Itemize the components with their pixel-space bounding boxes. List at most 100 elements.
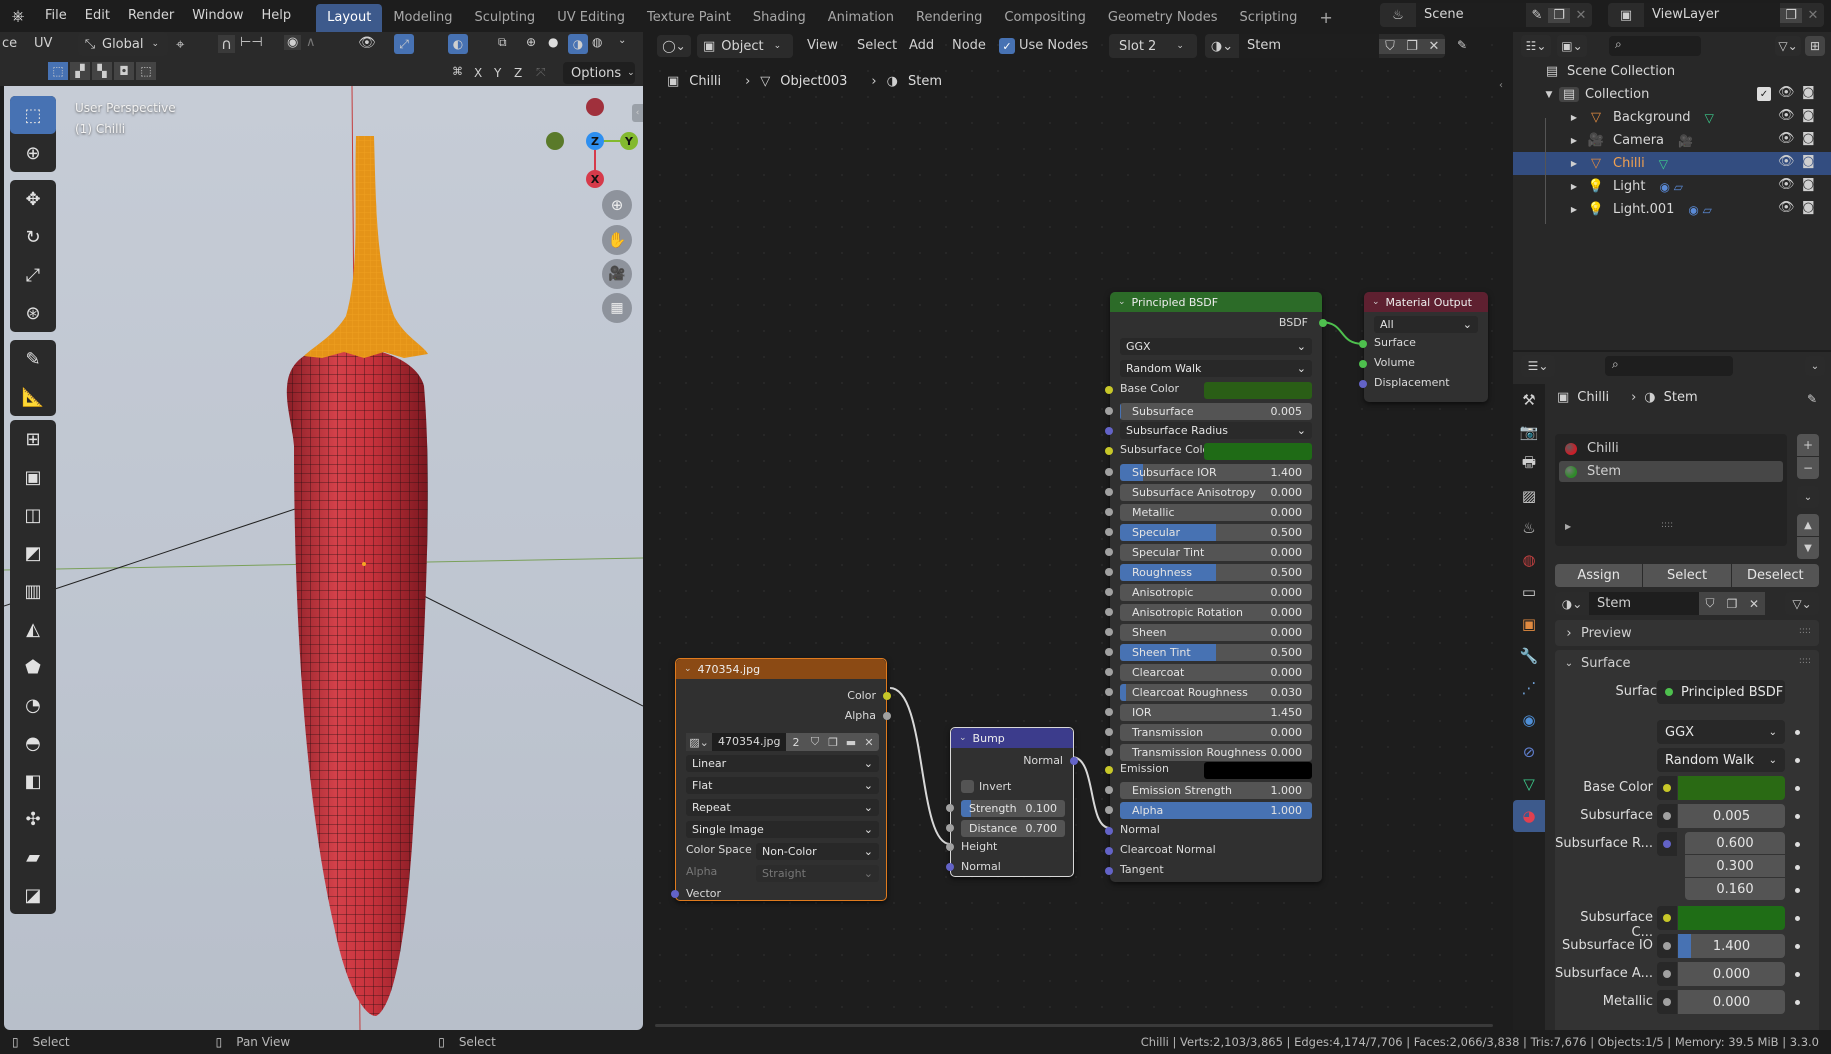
extension-dropdown[interactable]: Repeat ⌄ (686, 799, 879, 816)
keyframe-dot[interactable] (1795, 1000, 1800, 1005)
image-users-count[interactable]: 2 (786, 736, 806, 749)
shading-material-icon[interactable]: ◑ (568, 34, 588, 54)
input-normal-socket[interactable] (946, 863, 954, 871)
keyframe-dot[interactable] (1795, 842, 1800, 847)
color-swatch[interactable] (1678, 906, 1785, 930)
tab-physics[interactable]: ◉ (1513, 704, 1545, 736)
properties-search-input[interactable] (1605, 356, 1733, 376)
properties-editor[interactable]: ☰⌄ ⌕ ⌄ ⚒ 📷 🖶 ▨ ♨ ◍ ▭ ▣ 🔧 ⋰ ◉ ⊘ ▽ ◕ ▣ Chi… (1513, 352, 1831, 1030)
outliner-filter-view-icon[interactable]: ▣⌄ (1557, 35, 1587, 57)
tab-view-layer[interactable]: ▨ (1513, 480, 1545, 512)
tab-uv-editing[interactable]: UV Editing (546, 4, 636, 32)
tab-compositing[interactable]: Compositing (993, 4, 1097, 32)
surface-panel-header[interactable]: ⌄ Surface :::: (1555, 650, 1819, 676)
render-camera-icon[interactable]: ◙ (1802, 85, 1815, 100)
transform-tool[interactable]: ⊛ (10, 294, 56, 332)
outliner-item-light-001[interactable]: ▶ 💡 Light.001 ◉ ▱ 👁 ◙ (1513, 198, 1831, 221)
select-extend-icon[interactable]: ▞ (70, 62, 90, 80)
proportional-edit-icon[interactable]: ◉ (284, 35, 302, 50)
move-tool[interactable]: ✥ (10, 180, 56, 218)
outliner-search-input[interactable] (1609, 36, 1701, 56)
keyframe-dot[interactable] (1795, 888, 1800, 893)
cursor-tool[interactable]: ⊕ (10, 134, 56, 172)
outliner-item-label[interactable]: Chilli (1613, 156, 1645, 171)
image-texture-node[interactable]: ⌄ 470354.jpg Color Alpha ▨⌄ 470354.jpg 2… (671, 658, 891, 901)
bsdf-field-alpha[interactable]: Alpha 1.000 (1120, 802, 1312, 819)
socket-link-button[interactable] (1657, 776, 1677, 800)
scene-selector[interactable]: ♨ Scene ✎ ❐ ✕ (1380, 3, 1592, 27)
input-socket[interactable] (1105, 688, 1113, 696)
axis-z-button[interactable]: Z (514, 66, 522, 80)
visibility-selectability-icon[interactable]: 👁 (358, 35, 376, 51)
edge-slide-tool[interactable]: ◧ (10, 762, 56, 800)
interpolation-dropdown[interactable]: Linear ⌄ (686, 755, 879, 772)
axis-y-button[interactable]: Y (494, 66, 501, 80)
select-button[interactable]: Select (1643, 564, 1731, 587)
outliner-scene-collection[interactable]: ▤ Scene Collection (1513, 60, 1831, 83)
outliner-item-background[interactable]: ▶ ▽ Background ▽ 👁 ◙ (1513, 106, 1831, 129)
duplicate-material-icon[interactable]: ❐ (1721, 592, 1743, 615)
keyframe-dot[interactable] (1795, 814, 1800, 819)
expand-triangle-icon[interactable]: ▶ (1569, 182, 1579, 191)
input-distance-socket[interactable] (946, 824, 954, 832)
input-socket[interactable] (1105, 648, 1113, 656)
tab-material[interactable]: ◕ (1513, 800, 1545, 832)
panel-drag-grip[interactable]: :::: (1799, 656, 1811, 666)
material-output-node-header[interactable]: ⌄ Material Output (1364, 292, 1488, 312)
smooth-tool[interactable]: ◓ (10, 724, 56, 762)
visibility-eye-icon[interactable]: 👁 (1778, 131, 1795, 146)
bevel-tool[interactable]: ◩ (10, 534, 56, 572)
input-surface-socket[interactable] (1359, 340, 1367, 348)
sidebar-toggle-icon[interactable]: ‹ (632, 104, 643, 122)
bsdf-field-subsurface[interactable]: Subsurface 0.005 (1120, 403, 1312, 420)
scene-name[interactable]: Scene (1416, 3, 1526, 27)
distance-field[interactable]: Distance 0.700 (961, 820, 1065, 837)
gizmo-neg-y[interactable] (546, 132, 564, 150)
output-target-dropdown[interactable]: All ⌄ (1374, 316, 1478, 333)
new-scene-icon[interactable]: ❐ (1548, 7, 1570, 23)
bsdf-field-sheen[interactable]: Sheen 0.000 (1120, 624, 1312, 641)
input-subsurface-color-socket[interactable] (1105, 447, 1113, 455)
bsdf-node-header[interactable]: ⌄ Principled BSDF (1110, 292, 1322, 312)
pin-icon[interactable]: ✎ (1526, 8, 1548, 23)
socket-link-button[interactable] (1657, 934, 1677, 958)
shading-options-chevron-icon[interactable]: ⌄ (618, 35, 626, 46)
base-color-swatch[interactable] (1204, 382, 1312, 399)
invert-label[interactable]: Invert (979, 780, 1011, 793)
exclude-checkbox[interactable]: ✓ (1757, 87, 1771, 101)
emission-swatch[interactable] (1204, 762, 1312, 779)
open-image-icon[interactable]: ▬ (842, 736, 860, 749)
input-volume-socket[interactable] (1359, 360, 1367, 368)
input-socket[interactable] (1105, 588, 1113, 596)
render-camera-icon[interactable]: ◙ (1802, 200, 1815, 215)
unlink-material-icon[interactable]: ✕ (1743, 592, 1765, 615)
blender-logo-icon[interactable]: ⎈ (0, 6, 36, 26)
collapse-chevron-icon[interactable]: ⌄ (1372, 297, 1380, 307)
tab-data[interactable]: ▽ (1513, 768, 1545, 800)
tab-layout[interactable]: Layout (316, 4, 383, 32)
distribution-dropdown[interactable]: GGX ⌄ (1657, 720, 1785, 744)
collapse-chevron-icon[interactable]: ⌄ (1118, 297, 1126, 307)
input-tangent-socket[interactable] (1105, 867, 1113, 875)
tab-constraints[interactable]: ⊘ (1513, 736, 1545, 768)
3d-viewport[interactable]: User Perspective (1) Chilli Z Y X ⊕ ✋ 🎥 … (4, 86, 643, 1030)
bsdf-field-anisotropic-rotation[interactable]: Anisotropic Rotation 0.000 (1120, 604, 1312, 621)
input-socket[interactable] (1105, 708, 1113, 716)
pan-view-icon[interactable]: ✋ (602, 225, 632, 255)
properties-editor-type-icon[interactable]: ☰⌄ (1521, 355, 1555, 377)
bsdf-field-ior[interactable]: IOR 1.450 (1120, 704, 1312, 721)
socket-link-button[interactable] (1657, 990, 1677, 1014)
outliner-item-camera[interactable]: ▶ 🎥 Camera 🎥 👁 ◙ (1513, 129, 1831, 152)
scale-tool[interactable]: ⤢ (10, 256, 56, 294)
view-layer-name[interactable]: ViewLayer (1644, 3, 1780, 27)
input-socket[interactable] (1105, 728, 1113, 736)
loop-cut-tool[interactable]: ▥ (10, 572, 56, 610)
measure-tool[interactable]: 📐 (10, 378, 56, 416)
outliner-item-chilli[interactable]: ▶ ▽ Chilli ▽ 👁 ◙ (1513, 152, 1831, 175)
light-data-icon[interactable]: ◉ ▱ (1688, 203, 1712, 217)
new-view-layer-icon[interactable]: ❐ (1780, 7, 1802, 23)
menu-edit[interactable]: Edit (76, 0, 119, 32)
tab-geometry-nodes[interactable]: Geometry Nodes (1097, 4, 1229, 32)
input-socket[interactable] (1105, 608, 1113, 616)
mesh-data-icon[interactable]: ▽ (1659, 157, 1668, 171)
